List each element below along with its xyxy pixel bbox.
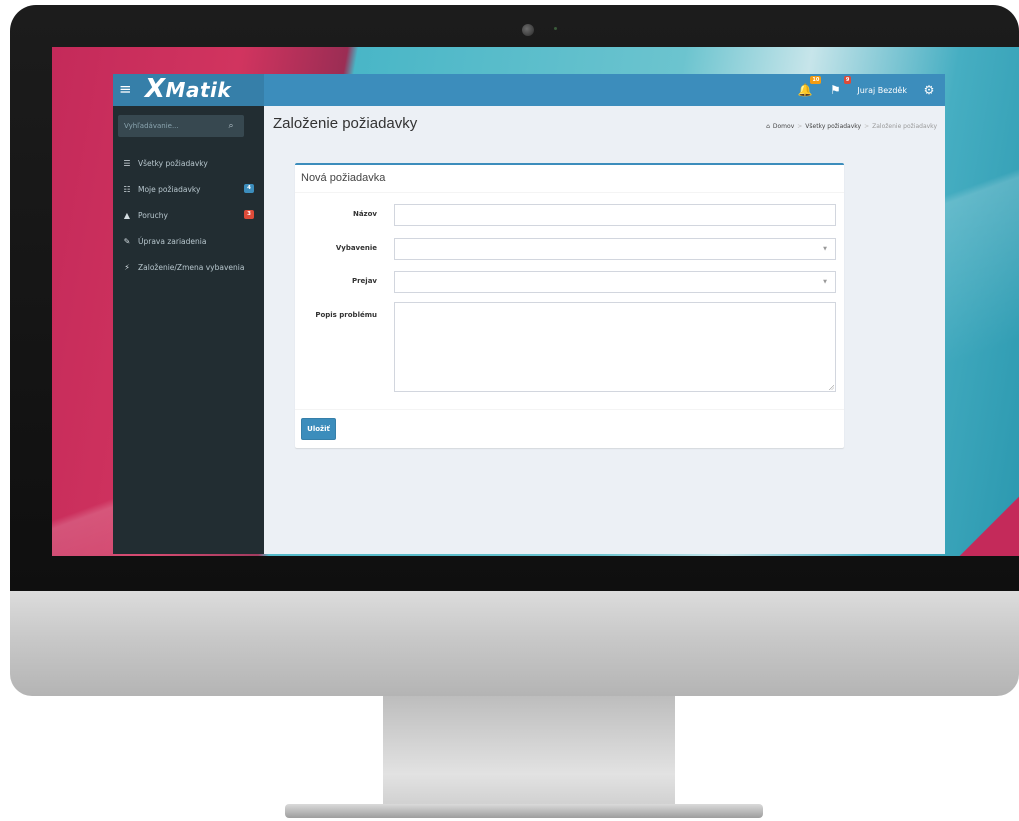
camera-led (554, 27, 557, 30)
list-ul-icon: ☷ (123, 184, 131, 194)
save-button[interactable]: Uložiť (301, 418, 336, 440)
divider (295, 192, 844, 193)
user-name[interactable]: Juraj Bezděk (857, 86, 907, 95)
top-navbar: ≡ XMatik 🔔 10 ⚑ 9 Juraj Bezděk ⚙ (113, 74, 945, 106)
bell-icon[interactable]: 🔔 10 (797, 76, 822, 98)
box-title: Nová požiadavka (301, 172, 386, 184)
sidebar-item-label: Úprava zariadenia (138, 236, 207, 246)
sidebar-item-all-requests[interactable]: ☰ Všetky požiadavky (113, 150, 264, 176)
search-icon[interactable]: ⌕ (224, 118, 238, 134)
navbar-right: 🔔 10 ⚑ 9 Juraj Bezděk ⚙ (797, 74, 937, 106)
new-request-box: Nová požiadavka Názov Vybavenie ▼ Prejav… (295, 163, 844, 448)
breadcrumb-separator: > (864, 123, 870, 130)
app-window: ≡ XMatik 🔔10 ⚑9 Juraj Bezděk ⚙ ⌕ ☰ Všetk… (113, 74, 945, 554)
list-icon: ☰ (123, 158, 131, 168)
app-logo[interactable]: XMatik (145, 76, 231, 102)
divider (295, 409, 844, 410)
monitor-chin (10, 591, 1019, 696)
breadcrumb-all-requests[interactable]: Všetky požiadavky (805, 123, 861, 130)
sidebar: ⌕ ☰ Všetky požiadavky ☷ Moje požiadavky … (113, 106, 264, 554)
monitor-stand-neck (383, 696, 675, 808)
sidebar-item-my-requests[interactable]: ☷ Moje požiadavky 4 (113, 176, 264, 202)
equipment-select[interactable]: ▼ (394, 238, 836, 260)
breadcrumb: ⌂ Domov > Všetky požiadavky > Založenie … (766, 123, 937, 130)
notifications-badge: 10 (810, 76, 822, 84)
count-badge: 4 (244, 184, 254, 193)
breadcrumb-current: Založenie požiadavky (872, 123, 937, 130)
sidebar-item-label: Založenie/Zmena vybavenia (138, 262, 245, 272)
sidebar-item-device-edit[interactable]: ✎ Úprava zariadenia (113, 228, 264, 254)
sidebar-search: ⌕ (118, 115, 244, 137)
name-label: Názov (352, 210, 377, 218)
description-label: Popis problému (315, 311, 377, 319)
description-textarea[interactable] (394, 302, 836, 392)
breadcrumb-home[interactable]: Domov (773, 123, 794, 130)
camera-icon (522, 24, 534, 36)
caret-down-icon: ▼ (823, 279, 827, 285)
hamburger-menu-icon[interactable]: ≡ (119, 80, 133, 98)
name-input[interactable] (394, 204, 836, 226)
monitor-stand-base (285, 804, 763, 818)
sidebar-item-faults[interactable]: ▲ Poruchy 3 (113, 202, 264, 228)
wish-label: Prejav (351, 277, 377, 285)
count-badge: 3 (244, 210, 254, 219)
sidebar-item-equipment[interactable]: ⚡ Založenie/Zmena vybavenia (113, 254, 264, 280)
sidebar-item-label: Všetky požiadavky (138, 158, 208, 168)
wallpaper-shard-corner (959, 496, 1019, 556)
breadcrumb-separator: > (797, 123, 803, 130)
caret-down-icon: ▼ (823, 246, 827, 252)
sidebar-menu: ☰ Všetky požiadavky ☷ Moje požiadavky 4 … (113, 150, 264, 280)
logo-area: ≡ XMatik (113, 74, 264, 106)
warning-icon: ▲ (123, 210, 131, 220)
gears-icon[interactable]: ⚙ (921, 82, 937, 98)
pencil-icon: ✎ (123, 236, 131, 246)
main-content: Založenie požiadavky ⌂ Domov > Všetky po… (264, 106, 945, 554)
search-input[interactable] (118, 115, 224, 137)
flags-badge: 9 (843, 76, 852, 84)
sidebar-item-label: Poruchy (138, 210, 168, 220)
wish-select[interactable]: ▼ (394, 271, 836, 293)
page-title: Založenie požiadavky (273, 115, 418, 132)
plug-icon: ⚡ (124, 262, 130, 272)
dashboard-icon: ⌂ (766, 123, 770, 130)
sidebar-item-label: Moje požiadavky (138, 184, 201, 194)
resize-handle-icon[interactable] (828, 384, 834, 390)
equipment-label: Vybavenie (335, 244, 377, 252)
flag-icon[interactable]: ⚑ 9 (827, 76, 852, 98)
